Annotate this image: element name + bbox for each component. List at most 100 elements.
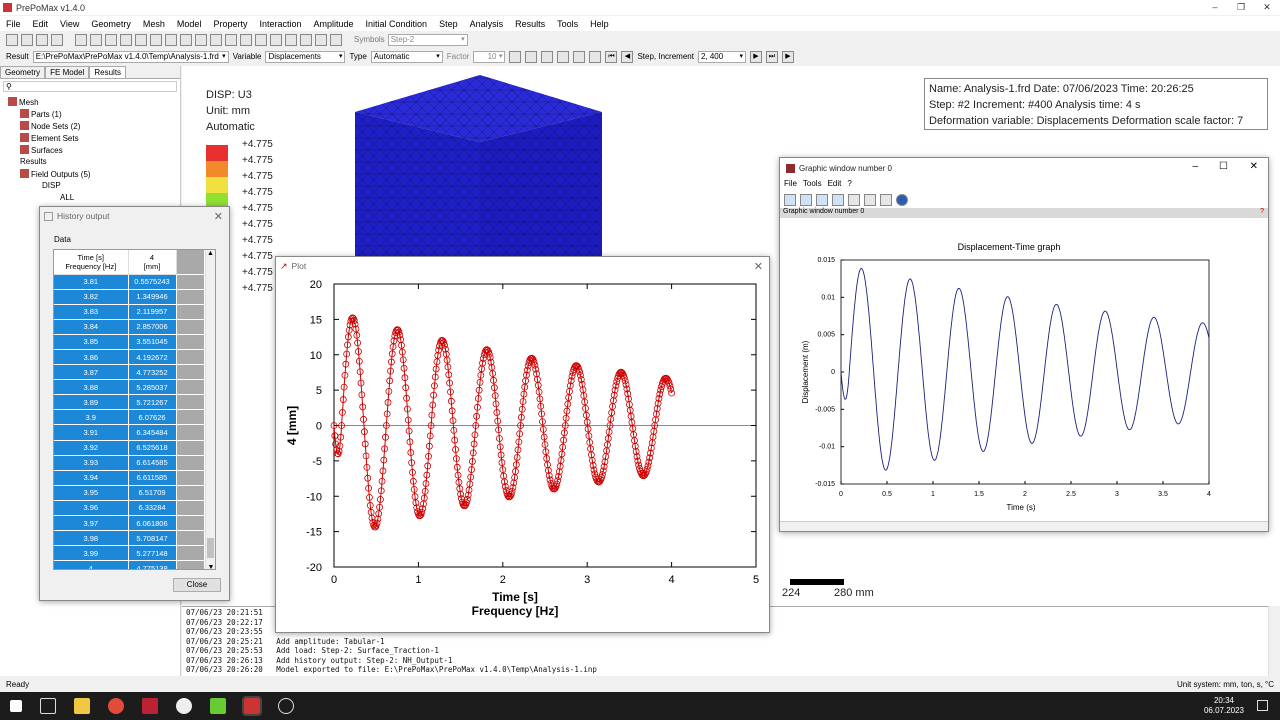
tree-node-results[interactable]: Results <box>20 157 47 166</box>
table-row[interactable]: 3.83 2.119957 <box>54 304 205 320</box>
minimize-button[interactable]: – <box>1202 0 1228 15</box>
app-icon-checker[interactable] <box>142 698 158 714</box>
first-increment-icon[interactable]: ⏮ <box>605 50 618 63</box>
time-cell[interactable]: 3.82 <box>54 289 129 305</box>
table-row[interactable]: 3.86 4.192672 <box>54 349 205 366</box>
table-row[interactable]: 3.98 5.708147 <box>54 530 205 547</box>
transform-icon[interactable] <box>270 33 282 46</box>
result-file-select[interactable]: E:\PrePoMax\PrePoMax v1.4.0\Temp\Analysi… <box>32 50 229 63</box>
previous-increment-icon[interactable]: ◀ <box>621 50 634 63</box>
value-cell[interactable]: 2.119957 <box>128 304 177 320</box>
symbols-select[interactable]: Step-2 <box>387 33 468 46</box>
time-cell[interactable]: 3.89 <box>54 394 129 411</box>
menu-item-step[interactable]: Step <box>433 19 464 29</box>
time-cell[interactable]: 3.93 <box>54 455 129 471</box>
zoom-in-icon[interactable] <box>816 194 828 206</box>
explode-icon[interactable] <box>255 33 267 46</box>
time-cell[interactable]: 3.92 <box>54 440 129 456</box>
scroll-up-icon[interactable]: ▲ <box>206 250 215 257</box>
tree-node-disp[interactable]: DISP <box>42 181 61 190</box>
table-row[interactable]: 3.84 2.857006 <box>54 319 205 335</box>
next-increment-icon[interactable]: ▶ <box>749 50 762 63</box>
scilab-taskbar-icon[interactable] <box>278 698 294 714</box>
menu-item-view[interactable]: View <box>54 19 85 29</box>
value-cell[interactable]: 6.07626 <box>128 409 177 426</box>
tree-node-field-outputs[interactable]: Field Outputs (5) <box>20 169 91 179</box>
menu-item-results[interactable]: Results <box>509 19 551 29</box>
value-cell[interactable]: 5.708147 <box>128 530 177 547</box>
value-cell[interactable]: 4.192672 <box>128 349 177 366</box>
graphic-menu-item[interactable]: Edit <box>828 179 842 192</box>
tree-node-mesh[interactable]: Mesh <box>8 97 39 107</box>
view-normal-icon[interactable] <box>195 33 207 46</box>
save-icon[interactable] <box>51 33 63 46</box>
help-icon[interactable] <box>896 194 908 206</box>
section-icon[interactable] <box>240 33 252 46</box>
time-cell[interactable]: 3.94 <box>54 470 129 486</box>
value-cell[interactable]: 5.285037 <box>128 379 177 396</box>
time-cell[interactable]: 3.85 <box>54 334 129 350</box>
eye-icon[interactable] <box>300 33 312 46</box>
notification-icon[interactable] <box>1257 700 1268 711</box>
value-cell[interactable]: 5.721267 <box>128 394 177 411</box>
tree-node-element-sets[interactable]: Element Sets <box>20 133 79 143</box>
table-row[interactable]: 3.97 6.061806 <box>54 515 205 532</box>
step-increment-select[interactable]: 2, 400 <box>697 50 746 63</box>
col-time-header[interactable]: Time [s] Frequency [Hz] <box>54 250 129 275</box>
value-cell[interactable]: 6.061806 <box>128 515 177 532</box>
color-contours-icon[interactable] <box>541 50 554 63</box>
hide-icon[interactable] <box>315 33 327 46</box>
tab-geometry[interactable]: Geometry <box>0 66 46 78</box>
notepad-icon[interactable] <box>210 698 226 714</box>
menu-item-file[interactable]: File <box>0 19 27 29</box>
value-cell[interactable]: 3.551045 <box>128 334 177 350</box>
table-row[interactable]: 3.9 6.07626 <box>54 409 205 426</box>
graphic-maximize-button[interactable]: ☐ <box>1219 161 1228 172</box>
tab-fe-model[interactable]: FE Model <box>45 66 90 78</box>
value-cell[interactable]: 6.51709 <box>128 485 177 501</box>
time-cell[interactable]: 3.96 <box>54 500 129 517</box>
table-row[interactable]: 3.89 5.721267 <box>54 394 205 411</box>
value-cell[interactable]: 4.773252 <box>128 364 177 381</box>
pan-icon[interactable] <box>880 194 892 206</box>
graphic-minimize-button[interactable]: – <box>1192 161 1198 172</box>
table-row[interactable]: 3.88 5.285037 <box>54 379 205 396</box>
graphic-menu-item[interactable]: ? <box>847 179 851 192</box>
table-row[interactable]: 3.99 5.277148 <box>54 545 205 562</box>
time-cell[interactable]: 3.87 <box>54 364 129 381</box>
chrome-icon[interactable] <box>108 698 124 714</box>
task-view-icon[interactable] <box>40 698 56 714</box>
menu-item-tools[interactable]: Tools <box>551 19 584 29</box>
view-right-icon[interactable] <box>165 33 177 46</box>
last-increment-icon[interactable]: ⏭ <box>765 50 778 63</box>
value-cell[interactable]: 6.525618 <box>128 440 177 456</box>
close-history-button[interactable]: Close <box>173 578 221 592</box>
menu-item-interaction[interactable]: Interaction <box>253 19 307 29</box>
play-icon[interactable]: ▶ <box>781 50 794 63</box>
time-cell[interactable]: 3.95 <box>54 485 129 501</box>
time-cell[interactable]: 3.99 <box>54 545 129 562</box>
menu-item-help[interactable]: Help <box>584 19 615 29</box>
zoom-icon[interactable] <box>75 33 87 46</box>
table-row[interactable]: 3.96 6.33284 <box>54 500 205 517</box>
view-left-icon[interactable] <box>150 33 162 46</box>
plot-close-icon[interactable]: ✕ <box>754 260 763 273</box>
open-icon[interactable] <box>21 33 33 46</box>
table-row[interactable]: 4 4.775138 <box>54 560 205 569</box>
value-cell[interactable]: 0.5575243 <box>128 274 177 290</box>
time-cell[interactable]: 3.9 <box>54 409 129 426</box>
close-button[interactable]: ✕ <box>1254 0 1280 15</box>
clock[interactable]: 20:34 06.07.2023 <box>1204 696 1244 716</box>
time-cell[interactable]: 3.88 <box>54 379 129 396</box>
wireframe-icon[interactable] <box>225 33 237 46</box>
scroll-down-icon[interactable]: ▼ <box>206 564 215 569</box>
value-cell[interactable]: 4.775138 <box>128 560 177 569</box>
graphic-menu-item[interactable]: Tools <box>803 179 822 192</box>
table-row[interactable]: 3.87 4.773252 <box>54 364 205 381</box>
value-cell[interactable]: 2.857006 <box>128 319 177 335</box>
table-row[interactable]: 3.91 6.345484 <box>54 424 205 441</box>
show-all-icon[interactable] <box>330 33 342 46</box>
file-explorer-icon[interactable] <box>74 698 90 714</box>
history-scrollbar[interactable]: ▲ ▼ <box>205 250 215 569</box>
time-cell[interactable]: 3.83 <box>54 304 129 320</box>
